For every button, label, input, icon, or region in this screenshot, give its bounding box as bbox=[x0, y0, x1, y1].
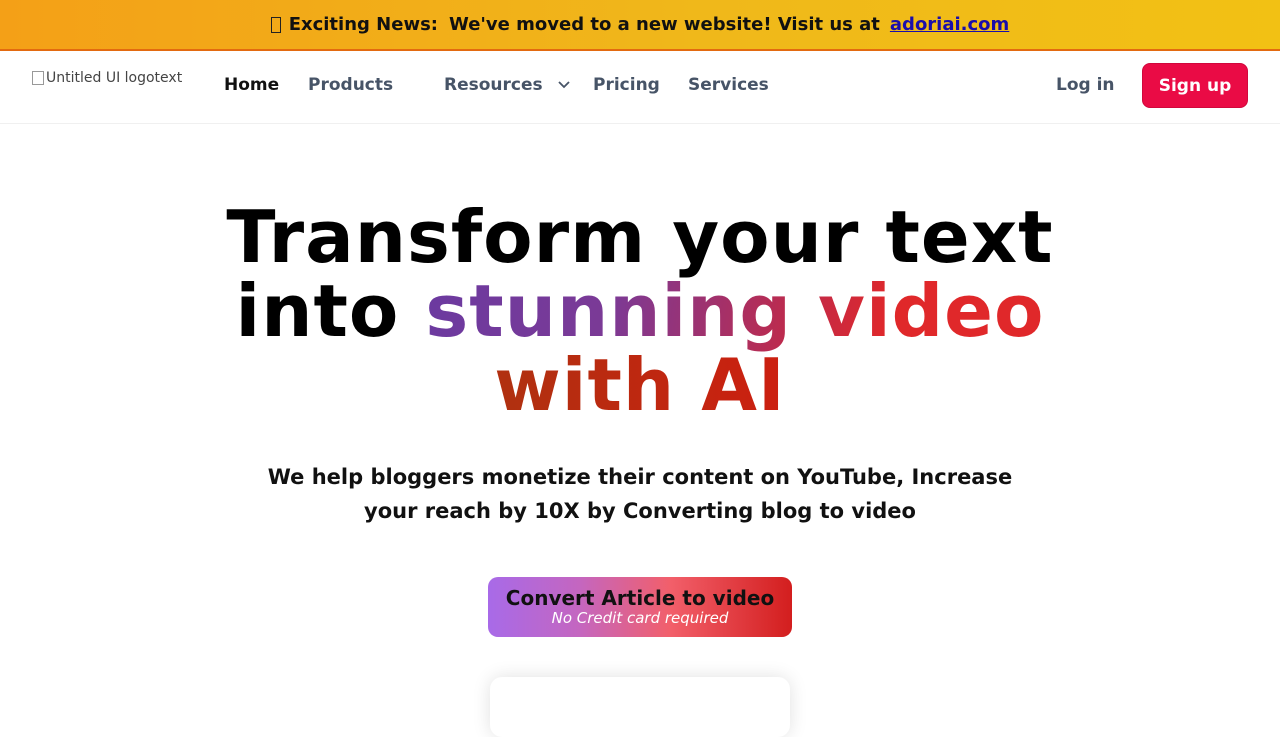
hero-subtitle: We help bloggers monetize their content … bbox=[267, 465, 1013, 523]
hero-title-line3: with AI bbox=[0, 348, 1280, 422]
top-navigation: Untitled UI logotext Home Products Resou… bbox=[0, 53, 1280, 124]
logo-alt-text: Untitled UI logotext bbox=[46, 70, 183, 86]
nav-products[interactable]: Products bbox=[308, 75, 393, 95]
nav-home[interactable]: Home bbox=[224, 75, 279, 95]
nav-resources[interactable]: Resources bbox=[444, 75, 571, 95]
nav-resources-label: Resources bbox=[444, 75, 543, 95]
preview-card bbox=[490, 677, 790, 737]
cta-sublabel: No Credit card required bbox=[551, 609, 729, 627]
banner-link[interactable]: adoriai.com bbox=[890, 14, 1009, 35]
nav-services[interactable]: Services bbox=[688, 75, 769, 95]
hero-title-highlight: stunning video bbox=[425, 269, 1045, 353]
banner-message: We've moved to a new website! Visit us a… bbox=[449, 14, 880, 35]
hero-title-line2-plain: into bbox=[235, 269, 426, 353]
convert-article-button[interactable]: Convert Article to video No Credit card … bbox=[488, 577, 792, 637]
hero-title: Transform your text into stunning video … bbox=[0, 200, 1280, 422]
chevron-down-icon bbox=[557, 81, 570, 89]
hero-title-line1: Transform your text bbox=[226, 195, 1054, 279]
broken-image-icon bbox=[32, 71, 44, 85]
cta-label: Convert Article to video bbox=[505, 586, 775, 610]
megaphone-icon bbox=[270, 16, 281, 33]
announcement-banner: Exciting News: We've moved to a new webs… bbox=[0, 0, 1280, 51]
banner-lead: Exciting News: bbox=[288, 14, 438, 35]
hero-title-line2: into stunning video bbox=[0, 274, 1280, 348]
login-link[interactable]: Log in bbox=[1056, 75, 1115, 95]
logo[interactable]: Untitled UI logotext bbox=[32, 70, 182, 86]
nav-pricing[interactable]: Pricing bbox=[593, 75, 660, 95]
signup-button[interactable]: Sign up bbox=[1142, 63, 1248, 108]
